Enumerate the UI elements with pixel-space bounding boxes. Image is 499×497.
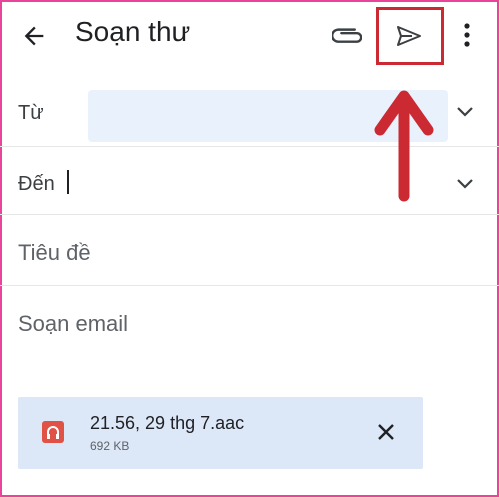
attachment-size: 692 KB: [90, 439, 130, 453]
body-field[interactable]: Soạn email: [18, 311, 128, 337]
up-arrow-annotation: [374, 90, 434, 202]
paperclip-icon[interactable]: [332, 22, 362, 50]
send-icon[interactable]: [395, 24, 423, 48]
arrow-back-icon[interactable]: [20, 22, 48, 50]
attachment-card[interactable]: 21.56, 29 thg 7.aac 692 KB: [18, 397, 423, 469]
divider: [0, 285, 499, 286]
to-label: Đến: [18, 173, 55, 195]
headphones-file-icon: [42, 421, 64, 443]
page-title: Soạn thư: [75, 16, 191, 47]
chevron-down-icon[interactable]: [456, 106, 474, 118]
close-icon[interactable]: [377, 423, 395, 441]
divider: [0, 214, 499, 215]
send-button-highlight[interactable]: [376, 7, 444, 65]
from-label: Từ: [18, 102, 44, 124]
chevron-down-icon[interactable]: [456, 178, 474, 190]
subject-field[interactable]: Tiêu đề: [18, 240, 91, 266]
more-vertical-icon[interactable]: [458, 20, 476, 50]
attachment-name: 21.56, 29 thg 7.aac: [90, 413, 245, 433]
text-cursor: [67, 170, 69, 194]
top-app-bar: Soạn thư: [0, 0, 499, 72]
